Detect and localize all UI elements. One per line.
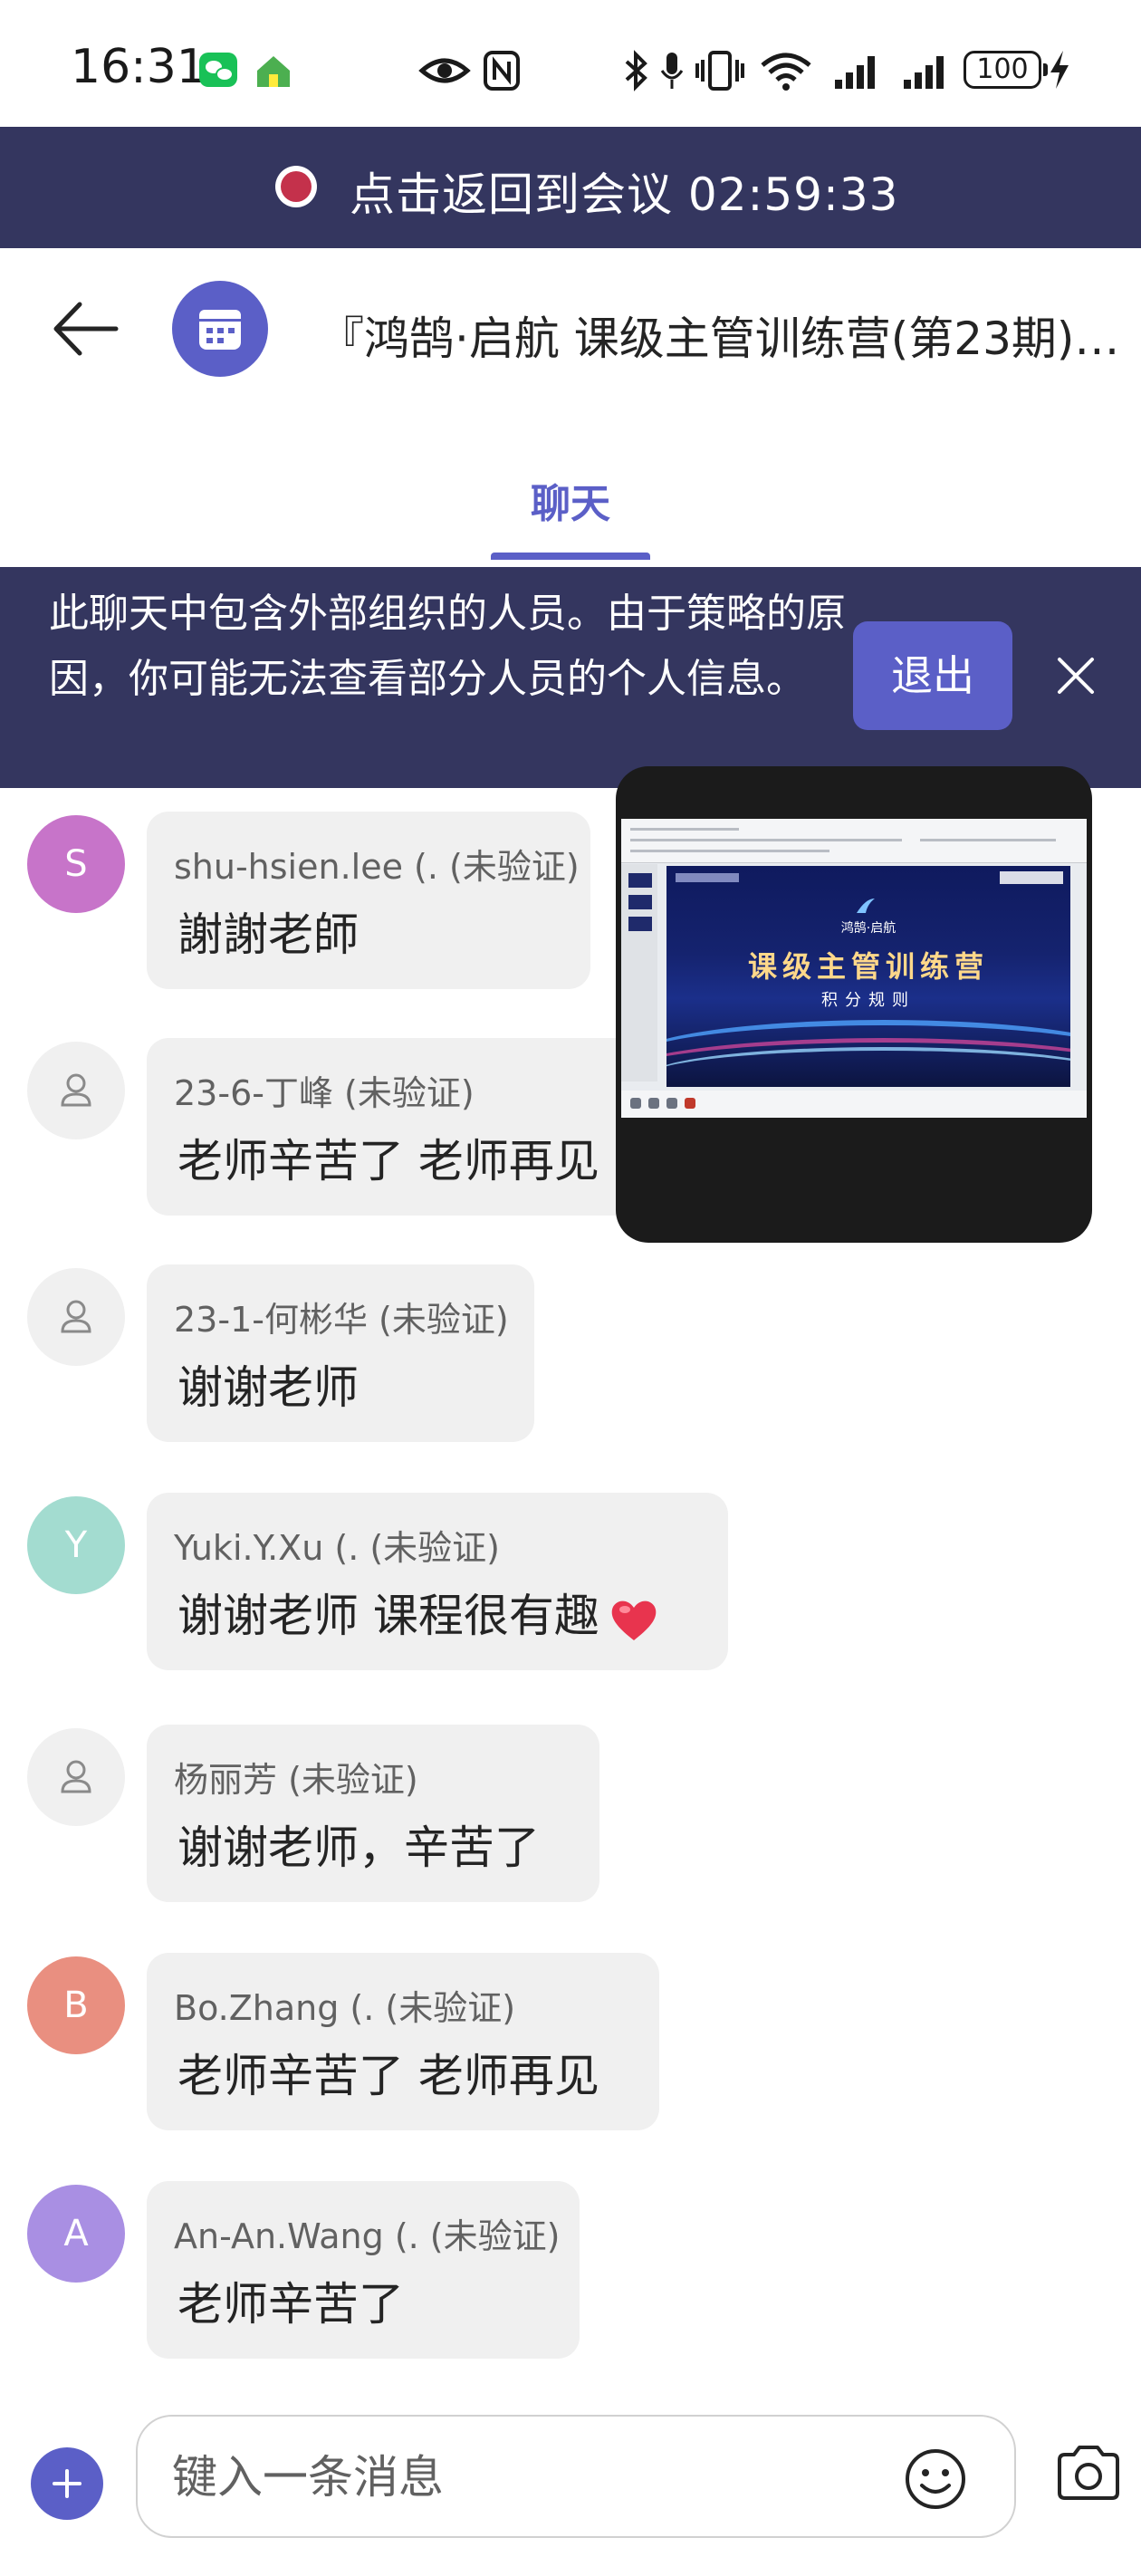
slide-logo <box>676 873 739 882</box>
emoji-icon[interactable] <box>904 2447 967 2511</box>
message-text: 谢谢老师 <box>177 1361 359 1414</box>
message-text: 老师辛苦了 老师再见 <box>177 1135 599 1187</box>
message-bubble[interactable]: An-An.Wang (. (未验证) 老师辛苦了 <box>147 2181 580 2359</box>
avatar[interactable]: A <box>27 2185 125 2283</box>
sender-name: 23-1-何彬华 (未验证) <box>174 1300 509 1340</box>
avatar[interactable]: Y <box>27 1496 125 1594</box>
taskbar <box>621 1091 1087 1118</box>
eye-icon <box>418 58 471 83</box>
signal-icon <box>835 56 875 89</box>
foxconn-logo <box>1000 871 1063 884</box>
back-arrow-icon[interactable] <box>49 295 121 362</box>
calendar-icon <box>199 310 241 350</box>
add-button[interactable] <box>31 2447 103 2520</box>
mic-icon <box>660 53 684 89</box>
status-bar: 16:31 100 <box>0 0 1141 127</box>
camera-icon[interactable] <box>1054 2442 1123 2504</box>
recording-dot-icon <box>275 166 317 207</box>
message-text: 老师辛苦了 <box>177 2278 404 2331</box>
chat-header: 『鸿鹄·启航 课级主管训练营(第23期)… <box>0 248 1141 408</box>
avatar[interactable]: B <box>27 1956 125 2054</box>
person-icon <box>61 1300 91 1333</box>
message-input-container[interactable] <box>136 2415 1016 2538</box>
nfc-icon <box>484 51 520 91</box>
message-text-row: 谢谢老师 课程很有趣 <box>177 1580 659 1645</box>
slide-brand: 鸿鹄·启航 <box>840 921 896 936</box>
message-bubble[interactable]: 杨丽芳 (未验证) 谢谢老师，辛苦了 <box>147 1725 599 1902</box>
message-bubble[interactable]: Yuki.Y.Xu (. (未验证) 谢谢老师 课程很有趣 <box>147 1493 728 1670</box>
heart-icon <box>611 1600 657 1640</box>
status-time: 16:31 <box>71 40 206 94</box>
wechat-icon <box>199 53 237 87</box>
sender-name: An-An.Wang (. (未验证) <box>174 2216 561 2256</box>
slide-subtitle: 积分规则 <box>821 991 916 1010</box>
meeting-avatar[interactable] <box>172 281 268 377</box>
active-tab-indicator <box>491 553 650 560</box>
battery-icon: 100 <box>964 51 1048 89</box>
slide-thumbnails <box>621 864 657 1081</box>
return-to-meeting-text: 点击返回到会议 02:59:33 <box>350 168 899 221</box>
meeting-video-preview[interactable]: 鸿鹄·启航 课级主管训练营 积分规则 <box>616 766 1092 1243</box>
home-icon <box>257 56 290 87</box>
avatar[interactable] <box>27 1042 125 1139</box>
avatar[interactable] <box>27 1268 125 1366</box>
message-text: 谢谢老师，辛苦了 <box>177 1821 540 1874</box>
external-org-notice: 此聊天中包含外部组织的人员。由于策略的原因，你可能无法查看部分人员的个人信息。 … <box>0 567 1141 788</box>
shared-screen: 鸿鹄·启航 课级主管训练营 积分规则 <box>621 819 1087 1118</box>
slide-title: 课级主管训练营 <box>747 949 989 984</box>
tab-bar: 聊天 <box>0 408 1141 567</box>
person-icon <box>61 1073 91 1107</box>
wifi-icon <box>761 53 811 91</box>
sender-name: Yuki.Y.Xu (. (未验证) <box>174 1528 500 1568</box>
sender-name: Bo.Zhang (. (未验证) <box>174 1988 516 2028</box>
message-input[interactable] <box>170 2442 880 2513</box>
message-bubble[interactable]: 23-1-何彬华 (未验证) 谢谢老师 <box>147 1264 534 1442</box>
sender-name: 杨丽芳 (未验证) <box>174 1760 418 1800</box>
signal-icon <box>904 56 944 89</box>
message-text: 謝謝老師 <box>177 908 359 961</box>
tab-chat[interactable]: 聊天 <box>489 471 652 529</box>
composer-bar <box>0 2400 1141 2576</box>
person-icon <box>61 1760 91 1793</box>
sender-name: shu-hsien.lee (. (未验证) <box>174 847 580 887</box>
bird-logo-icon <box>857 899 875 913</box>
message-bubble[interactable]: 23-6-丁峰 (未验证) 老师辛苦了 老师再见 <box>147 1038 654 1216</box>
avatar[interactable]: S <box>27 815 125 913</box>
chat-title[interactable]: 『鸿鹄·启航 课级主管训练营(第23期)… <box>319 303 1125 368</box>
slide: 鸿鹄·启航 课级主管训练营 积分规则 <box>666 866 1070 1087</box>
exit-button[interactable]: 退出 <box>853 621 1012 730</box>
notice-text: 此聊天中包含外部组织的人员。由于策略的原因，你可能无法查看部分人员的个人信息。 <box>49 591 846 702</box>
sender-name: 23-6-丁峰 (未验证) <box>174 1073 475 1113</box>
close-icon[interactable] <box>1050 650 1101 701</box>
bluetooth-icon <box>625 50 647 91</box>
avatar[interactable] <box>27 1728 125 1826</box>
message-text: 老师辛苦了 老师再见 <box>177 2050 599 2102</box>
vibrate-icon <box>695 51 744 91</box>
charging-icon <box>1050 51 1069 89</box>
message-bubble[interactable]: shu-hsien.lee (. (未验证) 謝謝老師 <box>147 812 590 989</box>
presentation-toolbar <box>621 819 1087 863</box>
return-to-meeting-bar[interactable]: 点击返回到会议 02:59:33 <box>0 127 1141 248</box>
message-bubble[interactable]: Bo.Zhang (. (未验证) 老师辛苦了 老师再见 <box>147 1953 659 2130</box>
message-text: 谢谢老师 课程很有趣 <box>177 1590 599 1642</box>
